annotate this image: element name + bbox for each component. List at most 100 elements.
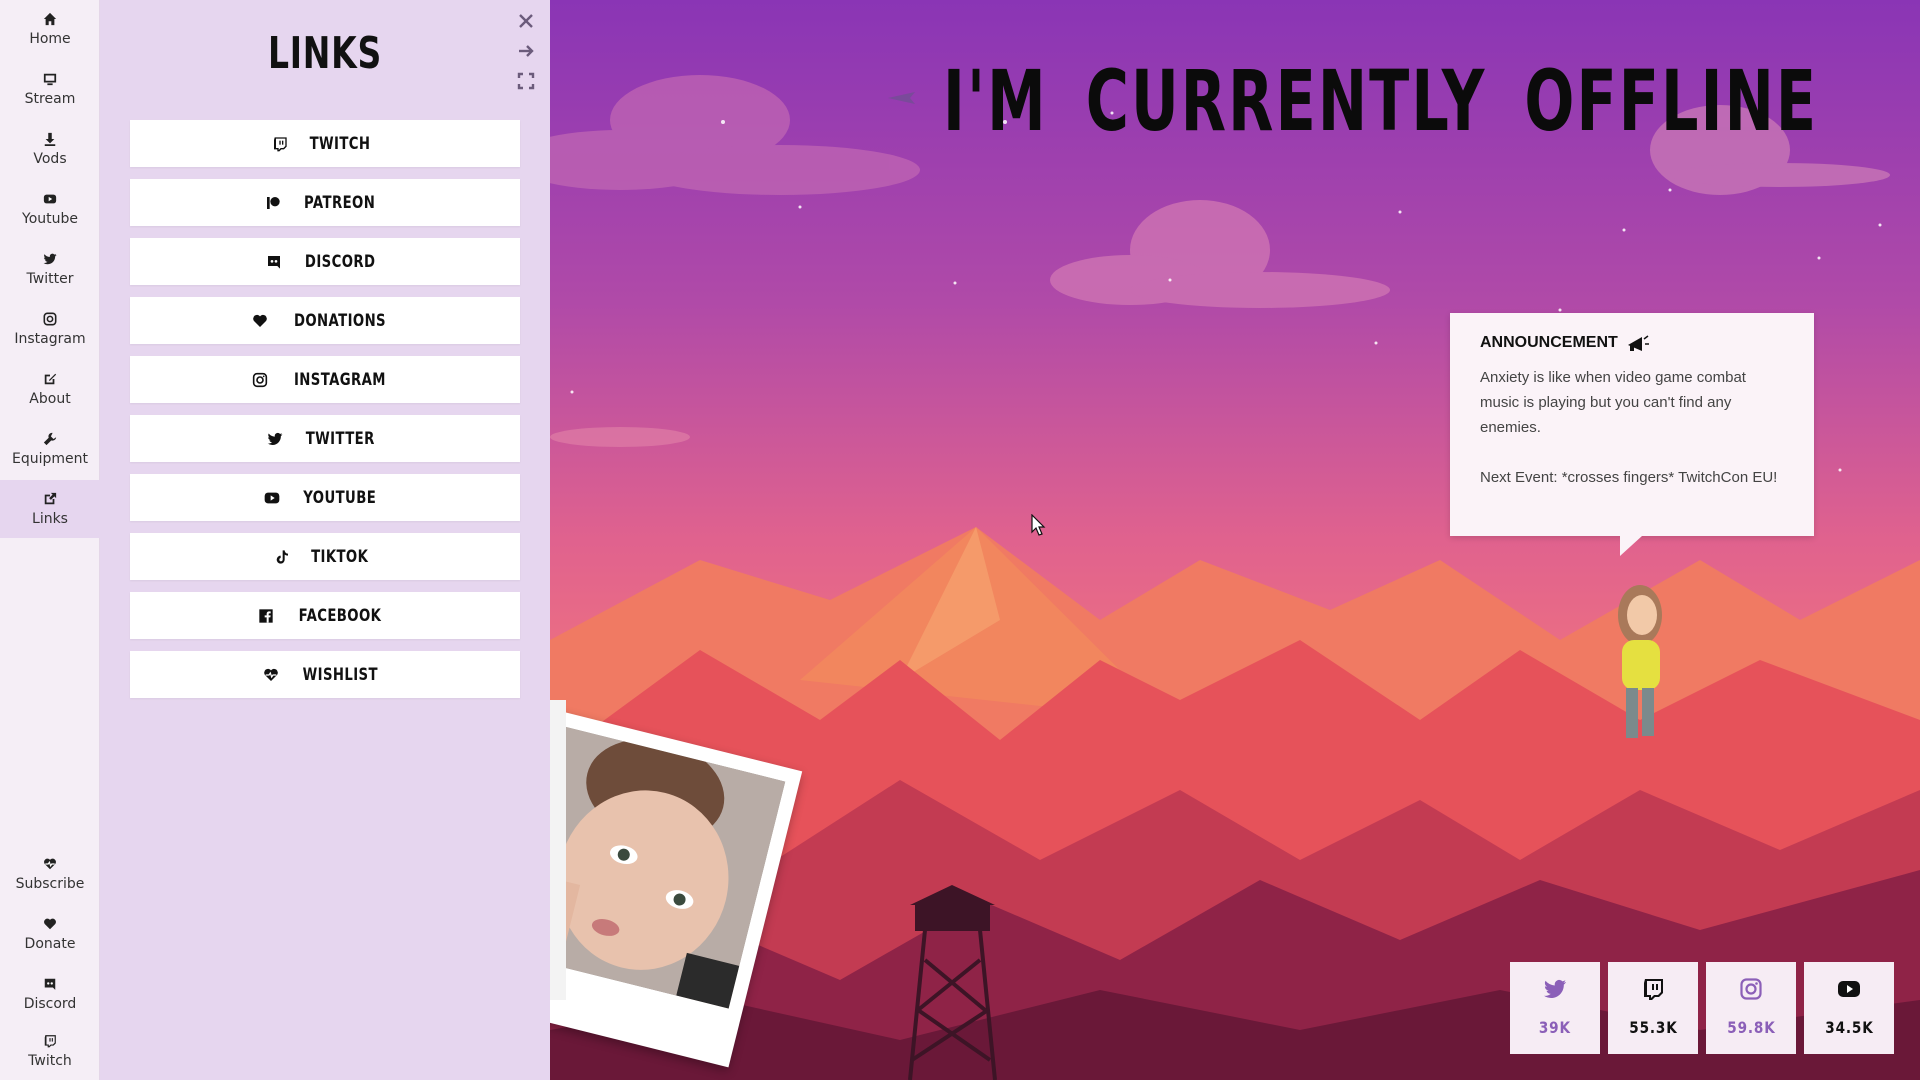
tiktok-icon <box>273 548 291 566</box>
link-label: FACEBOOK <box>298 605 382 626</box>
twitter-stat[interactable]: 39K <box>1510 962 1600 1054</box>
link-instagram-button[interactable]: INSTAGRAM <box>130 356 520 403</box>
sidebar-item-label: Stream <box>24 91 76 107</box>
expand-panel-button[interactable] <box>514 66 538 96</box>
offline-title: I'M CURRENTLY OFFLINE <box>942 52 1818 150</box>
sidebar-item-about[interactable]: About <box>0 360 100 418</box>
sidebar-item-instagram[interactable]: Instagram <box>0 300 100 358</box>
link-label: TIKTOK <box>311 546 369 567</box>
link-twitch-button[interactable]: TWITCH <box>130 120 520 167</box>
link-label: TWITCH <box>309 133 371 154</box>
sidebar-item-label: Links <box>32 511 68 527</box>
twitch-stat[interactable]: 55.3K <box>1608 962 1698 1054</box>
twitter-icon <box>42 251 58 267</box>
instagram-count: 59.8K <box>1726 1018 1776 1037</box>
sidebar-item-twitch[interactable]: Twitch <box>0 1022 100 1080</box>
twitter-icon <box>1542 976 1568 1002</box>
link-discord-button[interactable]: DISCORD <box>130 238 520 285</box>
polaroid-edge <box>548 700 566 1000</box>
link-label: INSTAGRAM <box>294 369 386 390</box>
link-label: WISHLIST <box>302 664 378 685</box>
sidebar-item-donate[interactable]: Donate <box>0 905 100 963</box>
facebook-icon <box>257 607 275 625</box>
sidebar-item-vods[interactable]: Vods <box>0 120 100 178</box>
home-icon <box>42 11 58 27</box>
link-label: YOUTUBE <box>303 487 377 508</box>
sidebar-item-links[interactable]: Links <box>0 480 100 538</box>
link-facebook-button[interactable]: FACEBOOK <box>130 592 520 639</box>
link-youtube-button[interactable]: YOUTUBE <box>130 474 520 521</box>
instagram-icon <box>1738 976 1764 1002</box>
patreon-icon <box>264 194 282 212</box>
sidebar-item-equipment[interactable]: Equipment <box>0 420 100 478</box>
megaphone-icon <box>1627 335 1649 351</box>
instagram-icon <box>251 371 269 389</box>
sidebar-item-youtube[interactable]: Youtube <box>0 180 100 238</box>
sidebar-item-discord[interactable]: Discord <box>0 965 100 1023</box>
link-tiktok-button[interactable]: TIKTOK <box>130 533 520 580</box>
link-twitter-button[interactable]: TWITTER <box>130 415 520 462</box>
sidebar-item-label: Discord <box>23 996 77 1012</box>
link-donations-button[interactable]: DONATIONS <box>130 297 520 344</box>
heart-pulse-icon <box>42 856 58 872</box>
sidebar-item-label: Vods <box>33 151 67 167</box>
panel-title: LINKS <box>267 28 383 79</box>
download-icon <box>42 131 58 147</box>
twitter-icon <box>266 430 284 448</box>
sidebar-item-label: Equipment <box>12 451 88 467</box>
sidebar-item-subscribe[interactable]: Subscribe <box>0 845 100 903</box>
arrow-right-icon <box>519 45 534 57</box>
twitter-count: 39K <box>1538 1018 1572 1037</box>
announcement-event: Next Event: *crosses fingers* TwitchCon … <box>1480 469 1778 486</box>
heart-icon <box>42 916 58 932</box>
sidebar-item-home[interactable]: Home <box>0 0 100 58</box>
sidebar-item-label: Donate <box>24 936 76 952</box>
sidebar-item-label: Home <box>29 31 71 47</box>
twitch-icon <box>271 135 289 153</box>
expand-icon <box>517 72 535 90</box>
close-panel-button[interactable] <box>514 6 538 36</box>
youtube-icon <box>42 191 58 207</box>
announcement-card: ANNOUNCEMENT Anxiety is like when video … <box>1450 313 1814 556</box>
youtube-icon <box>1836 976 1862 1002</box>
sidebar-item-label: Instagram <box>14 331 86 347</box>
wrench-icon <box>42 431 58 447</box>
links-panel: LINKS TWITCH PATREON DISCORD DONATIONS I… <box>100 0 550 1080</box>
sidebar-item-label: Subscribe <box>15 876 85 892</box>
discord-icon <box>265 253 283 271</box>
link-patreon-button[interactable]: PATREON <box>130 179 520 226</box>
monitor-icon <box>42 71 58 87</box>
link-label: TWITTER <box>305 428 375 449</box>
panel-toolbar <box>514 6 538 96</box>
youtube-stat[interactable]: 34.5K <box>1804 962 1894 1054</box>
link-label: DONATIONS <box>293 310 387 331</box>
twitch-count: 55.3K <box>1628 1018 1678 1037</box>
edit-icon <box>42 371 58 387</box>
external-link-icon <box>42 491 58 507</box>
twitch-icon <box>1640 976 1666 1002</box>
discord-icon <box>42 976 58 992</box>
sidebar-item-label: Youtube <box>22 211 78 227</box>
sidebar-nav: Home Stream Vods Youtube Twitter Instagr… <box>0 0 100 1080</box>
announcement-body: Anxiety is like when video game combat m… <box>1480 369 1746 436</box>
twitch-icon <box>42 1033 58 1049</box>
instagram-stat[interactable]: 59.8K <box>1706 962 1796 1054</box>
youtube-icon <box>263 489 281 507</box>
sidebar-item-label: About <box>29 391 71 407</box>
link-label: PATREON <box>304 192 376 213</box>
sidebar-item-stream[interactable]: Stream <box>0 60 100 118</box>
close-icon <box>519 14 533 28</box>
youtube-count: 34.5K <box>1824 1018 1874 1037</box>
collapse-panel-button[interactable] <box>514 36 538 66</box>
instagram-icon <box>42 311 58 327</box>
sidebar-item-label: Twitter <box>26 271 74 287</box>
link-wishlist-button[interactable]: WISHLIST <box>130 651 520 698</box>
heart-pulse-icon <box>262 666 280 684</box>
heart-icon <box>251 312 269 330</box>
sidebar-item-label: Twitch <box>28 1053 72 1069</box>
mouse-cursor-icon <box>1031 514 1046 536</box>
sidebar-item-twitter[interactable]: Twitter <box>0 240 100 298</box>
link-label: DISCORD <box>304 251 376 272</box>
announcement-header: ANNOUNCEMENT <box>1480 333 1784 353</box>
announcement-heading: ANNOUNCEMENT <box>1480 334 1618 351</box>
